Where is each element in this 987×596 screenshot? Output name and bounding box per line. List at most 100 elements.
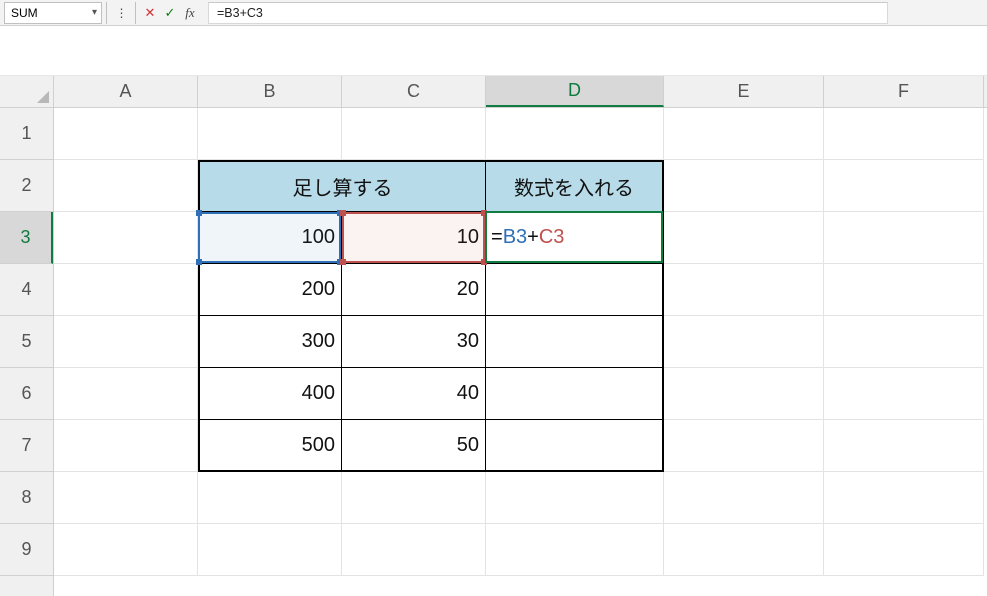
cell-A2[interactable]	[54, 160, 198, 212]
cell-F4[interactable]	[824, 264, 984, 316]
editing-ref-c: C3	[539, 226, 565, 249]
cancel-icon[interactable]: ✕	[140, 2, 160, 24]
cell-E5[interactable]	[664, 316, 824, 368]
cell-B9[interactable]	[198, 524, 342, 576]
cell-F6[interactable]	[824, 368, 984, 420]
editing-cell-D3[interactable]: =B3+C3	[485, 211, 663, 263]
row-header-5[interactable]: 5	[0, 316, 53, 368]
col-header-D[interactable]: D	[486, 76, 664, 107]
formula-bar: SUM ▾ ⋮ ✕ ✓ fx =B3+C3	[0, 0, 987, 26]
cell-A3[interactable]	[54, 212, 198, 264]
cell-B3-text: 100	[302, 226, 335, 249]
col-header-C[interactable]: C	[342, 76, 486, 107]
cell-F5[interactable]	[824, 316, 984, 368]
cell-F9[interactable]	[824, 524, 984, 576]
cell-F2[interactable]	[824, 160, 984, 212]
row-header-2[interactable]: 2	[0, 160, 53, 212]
cell-B8[interactable]	[198, 472, 342, 524]
column-headers: A B C D E F	[54, 76, 987, 108]
col-header-B[interactable]: B	[198, 76, 342, 107]
cell-C4-text: 20	[457, 278, 479, 301]
cell-A7[interactable]	[54, 420, 198, 472]
cell-E8[interactable]	[664, 472, 824, 524]
header-add-text: 足し算する	[293, 172, 393, 201]
cell-C9[interactable]	[342, 524, 486, 576]
cell-B6-text: 400	[302, 382, 335, 405]
name-box[interactable]: SUM ▾	[4, 2, 102, 24]
separator	[106, 2, 107, 24]
confirm-icon[interactable]: ✓	[160, 2, 180, 24]
header-formula[interactable]: 数式を入れる	[486, 160, 664, 212]
cell-F1[interactable]	[824, 108, 984, 160]
cell-C4[interactable]: 20	[342, 264, 486, 316]
cell-C5[interactable]: 30	[342, 316, 486, 368]
cell-F3[interactable]	[824, 212, 984, 264]
cell-A5[interactable]	[54, 316, 198, 368]
more-icon[interactable]: ⋮	[111, 2, 131, 24]
cells-area[interactable]: 足し算する 数式を入れる 100 10 200 20 300 30 400 40 500 50 =B3+…	[54, 108, 987, 596]
cell-A4[interactable]	[54, 264, 198, 316]
cell-D7[interactable]	[486, 420, 664, 472]
formula-bar-expansion	[0, 26, 987, 76]
cell-C6-text: 40	[457, 382, 479, 405]
row-header-9[interactable]: 9	[0, 524, 53, 576]
cell-A8[interactable]	[54, 472, 198, 524]
cell-A6[interactable]	[54, 368, 198, 420]
cell-D5[interactable]	[486, 316, 664, 368]
cell-B3[interactable]: 100	[198, 212, 342, 264]
editing-plus: +	[527, 226, 539, 249]
header-add[interactable]: 足し算する	[198, 160, 486, 212]
cell-D6[interactable]	[486, 368, 664, 420]
cell-C3[interactable]: 10	[342, 212, 486, 264]
select-all-corner[interactable]	[0, 76, 54, 108]
cell-F8[interactable]	[824, 472, 984, 524]
row-header-8[interactable]: 8	[0, 472, 53, 524]
row-header-1[interactable]: 1	[0, 108, 53, 160]
cell-D4[interactable]	[486, 264, 664, 316]
cell-C7-text: 50	[457, 434, 479, 457]
header-formula-text: 数式を入れる	[514, 172, 634, 201]
cell-B7-text: 500	[302, 434, 335, 457]
cell-E6[interactable]	[664, 368, 824, 420]
cell-D1[interactable]	[486, 108, 664, 160]
col-header-F[interactable]: F	[824, 76, 984, 107]
cell-C3-text: 10	[457, 226, 479, 249]
cell-E7[interactable]	[664, 420, 824, 472]
cell-B5[interactable]: 300	[198, 316, 342, 368]
formula-input[interactable]: =B3+C3	[208, 2, 888, 24]
cell-B1[interactable]	[198, 108, 342, 160]
name-box-dropdown-icon[interactable]: ▾	[92, 7, 97, 18]
cell-A9[interactable]	[54, 524, 198, 576]
separator	[135, 2, 136, 24]
col-header-E[interactable]: E	[664, 76, 824, 107]
row-headers: 1 2 3 4 5 6 7 8 9	[0, 108, 54, 596]
cell-E4[interactable]	[664, 264, 824, 316]
row-header-6[interactable]: 6	[0, 368, 53, 420]
cell-C7[interactable]: 50	[342, 420, 486, 472]
cell-E1[interactable]	[664, 108, 824, 160]
cell-E3[interactable]	[664, 212, 824, 264]
col-header-A[interactable]: A	[54, 76, 198, 107]
cell-D9[interactable]	[486, 524, 664, 576]
editing-eq: =	[491, 226, 503, 249]
cell-C6[interactable]: 40	[342, 368, 486, 420]
cell-A1[interactable]	[54, 108, 198, 160]
cell-E9[interactable]	[664, 524, 824, 576]
cell-B4[interactable]: 200	[198, 264, 342, 316]
cell-B5-text: 300	[302, 330, 335, 353]
row-header-7[interactable]: 7	[0, 420, 53, 472]
cell-C5-text: 30	[457, 330, 479, 353]
name-box-value: SUM	[11, 6, 38, 20]
row-header-3[interactable]: 3	[0, 212, 53, 264]
formula-text: =B3+C3	[217, 6, 263, 20]
cell-E2[interactable]	[664, 160, 824, 212]
spreadsheet: A B C D E F 1 2 3 4 5 6 7 8 9 足し算する 数式を入れ…	[0, 76, 987, 596]
cell-B7[interactable]: 500	[198, 420, 342, 472]
cell-F7[interactable]	[824, 420, 984, 472]
cell-D8[interactable]	[486, 472, 664, 524]
row-header-4[interactable]: 4	[0, 264, 53, 316]
fx-icon[interactable]: fx	[180, 2, 200, 24]
cell-C1[interactable]	[342, 108, 486, 160]
cell-C8[interactable]	[342, 472, 486, 524]
cell-B6[interactable]: 400	[198, 368, 342, 420]
